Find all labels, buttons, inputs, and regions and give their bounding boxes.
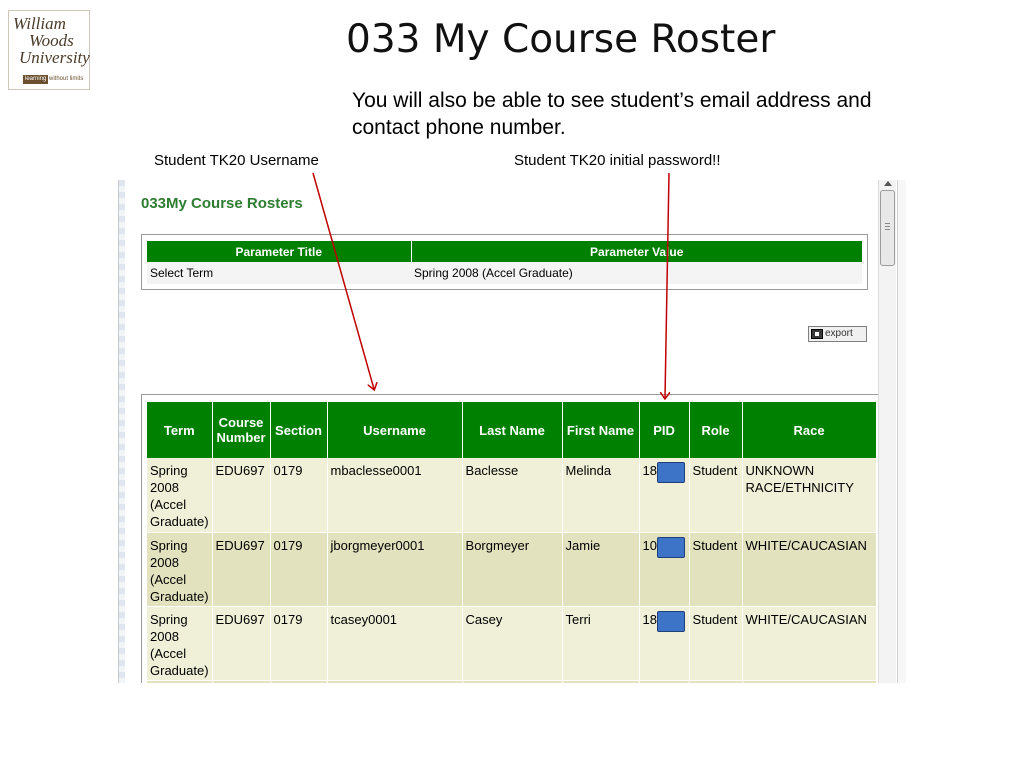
redaction-box	[656, 462, 685, 483]
export-label: export	[825, 328, 853, 339]
cell-last-name: Casey	[462, 606, 563, 681]
table-row: Spring 2008 (Accel Graduate) EDU697 0179…	[147, 458, 877, 533]
cell-first-name: Terri	[562, 606, 640, 681]
cell-term: Spring 2008 (Accel Graduate)	[147, 532, 213, 607]
cell-term: Spring 2008 (Accel Graduate)	[147, 606, 213, 681]
cell-pid: 18	[639, 458, 690, 533]
param-header-value: Parameter Value	[411, 241, 862, 262]
page-heading: 033My Course Rosters	[141, 195, 303, 212]
col-header-course-number[interactable]: Course Number	[212, 402, 271, 458]
cell-course: EDU697	[212, 606, 271, 681]
scroll-up-icon[interactable]	[884, 181, 892, 186]
cell-course: EDU697	[212, 458, 271, 533]
col-header-term[interactable]: Term	[147, 402, 213, 458]
cell-course: EDU697	[212, 532, 271, 607]
cell-username	[327, 680, 463, 683]
cell-username: tcasey0001	[327, 606, 463, 681]
cell-course	[212, 680, 271, 683]
cell-pid: 10	[639, 532, 690, 607]
slide-title: 033 My Course Roster	[346, 17, 776, 62]
cell-last-name	[462, 680, 563, 683]
logo-line-3: University	[19, 48, 90, 67]
col-header-role[interactable]: Role	[689, 402, 743, 458]
cell-section: 0179	[270, 458, 328, 533]
cell-first-name: Melinda	[562, 458, 640, 533]
table-row: Spring 2008 (Accel Graduate) EDU697 0179…	[147, 532, 877, 607]
col-header-username[interactable]: Username	[327, 402, 463, 458]
col-header-pid[interactable]: PID	[639, 402, 690, 458]
cell-section: 0179	[270, 606, 328, 681]
grip-icon	[885, 223, 890, 230]
annotation-username: Student TK20 Username	[154, 152, 319, 169]
roster-header-row: Term Course Number Section Username Last…	[147, 402, 877, 458]
table-row: Spring 2008 (Accel Graduate) EDU697 0179…	[147, 606, 877, 681]
redaction-box	[656, 536, 685, 558]
pid-text: 18	[642, 463, 657, 478]
cell-term	[147, 680, 213, 683]
cell-pid	[639, 680, 690, 683]
window-right-edge	[897, 180, 906, 683]
roster-panel: Term Course Number Section Username Last…	[141, 394, 881, 683]
param-header-title: Parameter Title	[147, 241, 412, 262]
cell-section	[270, 680, 328, 683]
cell-first-name	[562, 680, 640, 683]
export-button[interactable]: export	[808, 326, 867, 342]
parameter-table: Parameter Title Parameter Value Select T…	[147, 241, 862, 284]
col-header-section[interactable]: Section	[270, 402, 328, 458]
table-row	[147, 680, 877, 683]
pid-text: 10	[642, 537, 657, 553]
cell-username: mbaclesse0001	[327, 458, 463, 533]
cell-role: Student	[689, 532, 743, 607]
roster-table: Term Course Number Section Username Last…	[147, 402, 877, 683]
cell-last-name: Borgmeyer	[462, 532, 563, 607]
cell-role	[689, 680, 743, 683]
col-header-last-name[interactable]: Last Name	[462, 402, 563, 458]
table-row: Select Term Spring 2008 (Accel Graduate)	[147, 262, 862, 284]
cell-race: UNKNOWN RACE/ETHNICITY	[742, 458, 877, 533]
param-value-cell: Spring 2008 (Accel Graduate)	[411, 262, 862, 284]
export-icon	[811, 329, 823, 339]
logo-tag-right: without limits	[49, 76, 84, 82]
param-title-cell: Select Term	[147, 262, 411, 284]
col-header-first-name[interactable]: First Name	[562, 402, 640, 458]
cell-first-name: Jamie	[562, 532, 640, 607]
cell-role: Student	[689, 606, 743, 681]
university-logo: William Woods University learning withou…	[8, 10, 90, 90]
cell-term: Spring 2008 (Accel Graduate)	[147, 458, 213, 533]
cell-pid: 18	[639, 606, 690, 681]
logo-tag-left: learning	[23, 75, 49, 84]
cell-username: jborgmeyer0001	[327, 532, 463, 607]
cell-race	[742, 680, 877, 683]
parameter-panel: Parameter Title Parameter Value Select T…	[141, 234, 868, 290]
redaction-box	[656, 610, 685, 632]
cell-role: Student	[689, 458, 743, 533]
pid-text: 18	[642, 611, 657, 627]
window-left-edge	[119, 180, 125, 683]
cell-race: WHITE/CAUCASIAN	[742, 606, 877, 681]
cell-last-name: Baclesse	[462, 458, 563, 533]
logo-line-1: William	[13, 14, 66, 33]
scroll-thumb[interactable]	[880, 190, 895, 266]
slide-subtitle: You will also be able to see student’s e…	[352, 89, 872, 139]
logo-line-2: Woods	[29, 31, 74, 50]
col-header-race[interactable]: Race	[742, 402, 877, 458]
roster-screenshot: 033My Course Rosters Parameter Title Par…	[118, 180, 906, 683]
cell-race: WHITE/CAUCASIAN	[742, 532, 877, 607]
vertical-scrollbar[interactable]	[878, 180, 896, 683]
annotation-password: Student TK20 initial password!!	[514, 152, 721, 169]
cell-section: 0179	[270, 532, 328, 607]
